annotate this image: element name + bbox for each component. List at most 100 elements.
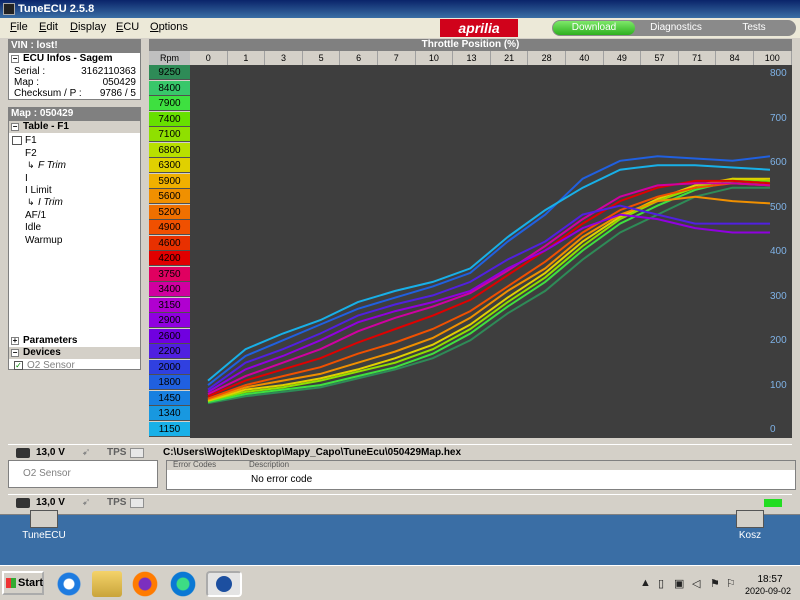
desktop-icon-tuneecu[interactable]: TuneECU bbox=[14, 510, 74, 541]
clock-date[interactable]: 2020-09-02 bbox=[740, 586, 796, 596]
y-tick-700: 700 bbox=[770, 112, 787, 124]
tree-item-idle[interactable]: Idle bbox=[25, 222, 41, 233]
nav-tabs: Download Diagnostics Tests bbox=[552, 20, 796, 36]
title-bar[interactable]: TuneECU 2.5.8 bbox=[0, 0, 800, 18]
rpm-row-5200[interactable]: 5200 bbox=[149, 204, 190, 220]
menu-display[interactable]: Display bbox=[70, 21, 106, 33]
menu-edit[interactable]: Edit bbox=[39, 21, 58, 33]
tab-tests[interactable]: Tests bbox=[716, 21, 792, 35]
menu-file[interactable]: File bbox=[10, 21, 28, 33]
throttle-col-49[interactable]: 49 bbox=[604, 51, 642, 65]
rpm-row-1800[interactable]: 1800 bbox=[149, 375, 190, 390]
firefox-icon[interactable] bbox=[130, 571, 160, 597]
rpm-row-4200[interactable]: 4200 bbox=[149, 251, 190, 266]
rpm-row-8400[interactable]: 8400 bbox=[149, 80, 190, 96]
rpm-row-1340[interactable]: 1340 bbox=[149, 406, 190, 421]
network-icon[interactable]: ▣ bbox=[674, 577, 684, 590]
rpm-row-3750[interactable]: 3750 bbox=[149, 266, 190, 282]
tree-item-i-limit[interactable]: I Limit bbox=[25, 185, 52, 196]
action-center-icon[interactable]: ⚑ bbox=[710, 577, 720, 590]
rpm-row-9250[interactable]: 9250 bbox=[149, 65, 190, 80]
throttle-col-84[interactable]: 84 bbox=[716, 51, 754, 65]
rpm-row-3400[interactable]: 3400 bbox=[149, 282, 190, 297]
throttle-col-40[interactable]: 40 bbox=[566, 51, 604, 65]
rpm-row-3150[interactable]: 3150 bbox=[149, 297, 190, 313]
vin-header: VIN : lost! bbox=[8, 39, 141, 52]
edge-icon[interactable] bbox=[168, 571, 198, 597]
throttle-col-10[interactable]: 10 bbox=[416, 51, 454, 65]
tree-item-i[interactable]: I bbox=[25, 173, 28, 184]
rpm-header: Rpm bbox=[149, 51, 190, 65]
volume-icon[interactable]: ◁ bbox=[692, 577, 700, 590]
rpm-row-6300[interactable]: 6300 bbox=[149, 158, 190, 173]
tree-item-f1[interactable]: F1 bbox=[25, 135, 37, 146]
table-header[interactable]: − Table - F1 bbox=[9, 121, 140, 133]
show-hidden-icons-icon[interactable]: ▲ bbox=[640, 577, 651, 589]
rpm-row-4600[interactable]: 4600 bbox=[149, 235, 190, 251]
expand-icon[interactable]: + bbox=[11, 337, 19, 345]
y-tick-800: 800 bbox=[770, 68, 787, 79]
rpm-row-5600[interactable]: 5600 bbox=[149, 189, 190, 204]
desktop-icon-recycle-bin[interactable]: Kosz bbox=[720, 510, 780, 541]
throttle-col-0[interactable]: 0 bbox=[190, 51, 228, 65]
window-title: TuneECU 2.5.8 bbox=[18, 3, 95, 15]
menu-ecu[interactable]: ECU bbox=[116, 21, 139, 33]
usb-icon[interactable]: ▯ bbox=[658, 577, 664, 590]
y-tick-600: 600 bbox=[770, 157, 787, 168]
rpm-row-2900[interactable]: 2900 bbox=[149, 313, 190, 328]
rpm-row-2200[interactable]: 2200 bbox=[149, 344, 190, 359]
fuel-map-chart[interactable] bbox=[190, 65, 792, 438]
start-button[interactable]: Start bbox=[2, 571, 44, 595]
collapse-icon[interactable]: − bbox=[11, 349, 19, 357]
throttle-col-100[interactable]: 100 bbox=[754, 51, 792, 65]
y-tick-400: 400 bbox=[770, 246, 787, 257]
throttle-col-28[interactable]: 28 bbox=[528, 51, 566, 65]
parameters-section[interactable]: + Parameters bbox=[9, 335, 140, 347]
battery-icon bbox=[16, 498, 30, 508]
tree-item-i-trim[interactable]: I Trim bbox=[38, 197, 63, 208]
tree-item-af1[interactable]: AF/1 bbox=[25, 210, 46, 221]
rpm-row-7400[interactable]: 7400 bbox=[149, 111, 190, 127]
y-tick-500: 500 bbox=[770, 201, 787, 213]
tree-item-warmup[interactable]: Warmup bbox=[25, 235, 62, 246]
internet-explorer-icon[interactable] bbox=[54, 571, 84, 597]
devices-section[interactable]: − Devices bbox=[9, 347, 140, 359]
flag-icon[interactable]: ⚐ bbox=[726, 577, 736, 590]
file-explorer-icon[interactable] bbox=[92, 571, 122, 597]
rpm-row-6800[interactable]: 6800 bbox=[149, 142, 190, 158]
throttle-icon: ➹ bbox=[82, 447, 91, 458]
rpm-row-2000[interactable]: 2000 bbox=[149, 359, 190, 375]
collapse-icon[interactable]: − bbox=[11, 123, 19, 131]
tuneecu-taskbar-button[interactable] bbox=[206, 571, 242, 597]
collapse-icon[interactable]: − bbox=[11, 55, 19, 63]
y-tick-100: 100 bbox=[770, 379, 787, 391]
menu-options[interactable]: Options bbox=[150, 21, 188, 33]
rpm-row-4900[interactable]: 4900 bbox=[149, 220, 190, 235]
file-path: C:\Users\Wojtek\Desktop\Mapy_Capo\TuneEc… bbox=[163, 447, 462, 458]
tab-diagnostics[interactable]: Diagnostics bbox=[638, 21, 714, 35]
status-bar-bottom: 13,0 V ➹ TPS bbox=[8, 494, 792, 510]
map-tree-panel: − Table - F1 F1 F2 ↳ F Trim I I Limit ↳ … bbox=[8, 120, 141, 371]
recycle-bin-icon bbox=[736, 510, 764, 528]
throttle-col-57[interactable]: 57 bbox=[641, 51, 679, 65]
rpm-row-5900[interactable]: 5900 bbox=[149, 173, 190, 189]
clock-time[interactable]: 18:57 bbox=[748, 574, 792, 585]
throttle-col-7[interactable]: 7 bbox=[378, 51, 416, 65]
rpm-row-7900[interactable]: 7900 bbox=[149, 96, 190, 111]
rpm-row-1150[interactable]: 1150 bbox=[149, 421, 190, 437]
tree-item-f-trim[interactable]: F Trim bbox=[38, 160, 66, 171]
throttle-col-5[interactable]: 5 bbox=[303, 51, 341, 65]
throttle-col-3[interactable]: 3 bbox=[265, 51, 303, 65]
tab-download[interactable]: Download bbox=[553, 21, 635, 35]
tree-item-f2[interactable]: F2 bbox=[25, 148, 37, 159]
rpm-row-2600[interactable]: 2600 bbox=[149, 328, 190, 344]
throttle-col-71[interactable]: 71 bbox=[679, 51, 717, 65]
throttle-col-13[interactable]: 13 bbox=[453, 51, 491, 65]
taskbar: Start ▲ ▯ ▣ ◁ ⚑ ⚐ 18:57 2020-09-02 bbox=[0, 565, 800, 600]
rpm-row-1450[interactable]: 1450 bbox=[149, 390, 190, 406]
throttle-col-1[interactable]: 1 bbox=[228, 51, 266, 65]
o2-sensor-checkbox[interactable]: ✓ bbox=[14, 361, 23, 370]
throttle-col-21[interactable]: 21 bbox=[491, 51, 529, 65]
rpm-row-7100[interactable]: 7100 bbox=[149, 127, 190, 142]
throttle-col-6[interactable]: 6 bbox=[340, 51, 378, 65]
